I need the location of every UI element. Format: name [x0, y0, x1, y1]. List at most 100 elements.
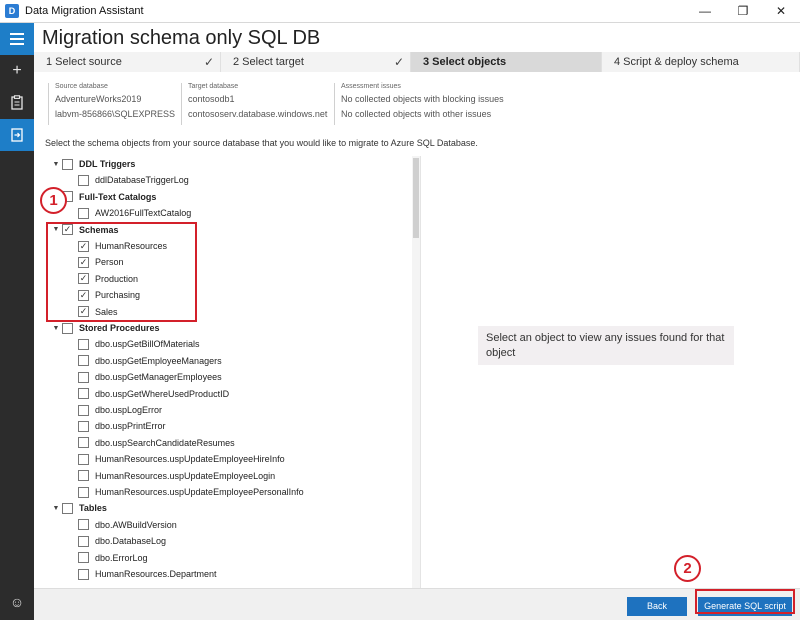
- tree-item-row[interactable]: dbo.uspGetWhereUsedProductID: [78, 386, 229, 402]
- tree-item-row[interactable]: dbo.uspSearchCandidateResumes: [78, 435, 235, 451]
- tree-group-row[interactable]: ▼ Tables: [50, 500, 107, 516]
- tree-label: dbo.uspSearchCandidateResumes: [95, 437, 235, 448]
- tree-label: dbo.uspGetManagerEmployees: [95, 372, 222, 383]
- tree-label: HumanResources.uspUpdateEmployeePersonal…: [95, 487, 304, 497]
- generate-highlight-box: [695, 589, 795, 614]
- tree-checkbox[interactable]: [78, 404, 89, 416]
- title-bar: D Data Migration Assistant — ❐ ✕: [0, 0, 800, 23]
- tree-checkbox[interactable]: [78, 338, 89, 350]
- wizard-steps: 1 Select source ✓ 2 Select target ✓ 3 Se…: [34, 52, 800, 72]
- tree-item-row[interactable]: dbo.uspGetBillOfMaterials: [78, 336, 200, 352]
- tree-checkbox[interactable]: [78, 552, 89, 564]
- callout-2: 2: [674, 555, 701, 582]
- tree-checkbox[interactable]: [78, 437, 89, 449]
- step-label: 1 Select source: [46, 56, 122, 68]
- issues-blocking: No collected objects with blocking issue…: [341, 94, 504, 104]
- tree-item-row[interactable]: HumanResources.Department: [78, 566, 217, 582]
- target-info: Target database contosodb1 contososerv.d…: [181, 83, 327, 125]
- tree-item-row[interactable]: HumanResources.uspUpdateEmployeePersonal…: [78, 484, 304, 500]
- scrollbar-thumb[interactable]: [413, 158, 419, 238]
- tree-checkbox[interactable]: [78, 355, 89, 367]
- tree-item-row[interactable]: dbo.AWBuildVersion: [78, 517, 177, 533]
- step-select-target[interactable]: 2 Select target ✓: [221, 52, 411, 72]
- left-rail: + ☺: [0, 23, 34, 620]
- feedback-smiley-icon[interactable]: ☺: [0, 590, 34, 614]
- tree-checkbox[interactable]: [62, 322, 73, 334]
- tree-item-row[interactable]: dbo.uspLogError: [78, 402, 162, 418]
- tree-item-row[interactable]: dbo.ErrorLog: [78, 550, 148, 566]
- source-info: Source database AdventureWorks2019 labvm…: [48, 83, 175, 125]
- schemas-highlight-box: [46, 222, 197, 322]
- tree-checkbox[interactable]: [78, 174, 89, 186]
- page-title: Migration schema only SQL DB: [42, 27, 321, 49]
- tree-label: dbo.uspGetWhereUsedProductID: [95, 388, 230, 399]
- window-controls: — ❐ ✕: [686, 0, 800, 23]
- tree-label: HumanResources.uspUpdateEmployeeLogin: [95, 470, 276, 481]
- add-project-icon[interactable]: +: [0, 55, 34, 87]
- target-server: contososerv.database.windows.net: [188, 109, 328, 119]
- tree-item-row[interactable]: dbo.uspGetEmployeeManagers: [78, 353, 222, 369]
- callout-1: 1: [40, 187, 67, 214]
- tree-label: Tables: [79, 503, 107, 514]
- step-script-deploy[interactable]: 4 Script & deploy schema: [602, 52, 800, 72]
- assessment-icon[interactable]: [0, 87, 34, 119]
- tree-checkbox[interactable]: [78, 470, 89, 482]
- tree-checkbox[interactable]: [78, 486, 89, 498]
- step-select-objects[interactable]: 3 Select objects: [411, 52, 602, 72]
- tree-label: ddlDatabaseTriggerLog: [95, 175, 189, 186]
- source-server: labvm-856866\SQLEXPRESS: [55, 109, 176, 119]
- tree-label: dbo.DatabaseLog: [95, 536, 167, 547]
- tree-label: dbo.AWBuildVersion: [95, 519, 177, 530]
- tree-checkbox[interactable]: [62, 158, 73, 170]
- tree-item-row[interactable]: HumanResources.uspUpdateEmployeeHireInfo: [78, 451, 285, 467]
- tree-item-row[interactable]: ddlDatabaseTriggerLog: [78, 172, 189, 188]
- instructions-text: Select the schema objects from your sour…: [45, 138, 478, 148]
- tree-group-row[interactable]: ▼ Stored Procedures: [50, 320, 160, 336]
- panel-divider: [420, 156, 421, 608]
- tree-scrollbar[interactable]: [412, 156, 420, 608]
- window-title: Data Migration Assistant: [25, 5, 144, 17]
- migration-icon[interactable]: [0, 119, 34, 151]
- tree-checkbox[interactable]: [78, 371, 89, 383]
- expand-arrow-icon[interactable]: ▼: [50, 161, 62, 168]
- tree-checkbox[interactable]: [78, 207, 89, 219]
- back-button[interactable]: Back: [627, 597, 687, 616]
- tree-checkbox[interactable]: [78, 519, 89, 531]
- tree-checkbox[interactable]: [62, 502, 73, 514]
- tree-label: HumanResources.uspUpdateEmployeeHireInfo: [95, 454, 285, 465]
- tree-item-row[interactable]: dbo.uspPrintError: [78, 418, 166, 434]
- issues-other: No collected objects with other issues: [341, 109, 492, 119]
- tree-checkbox[interactable]: [78, 388, 89, 400]
- tree-item-row[interactable]: dbo.uspGetManagerEmployees: [78, 369, 222, 385]
- tree-item-row[interactable]: AW2016FullTextCatalog: [78, 205, 191, 221]
- info-strip: Source database AdventureWorks2019 labvm…: [34, 73, 800, 129]
- tree-item-row[interactable]: HumanResources.uspUpdateEmployeeLogin: [78, 468, 275, 484]
- minimize-button[interactable]: —: [686, 0, 724, 23]
- maximize-button[interactable]: ❐: [724, 0, 762, 23]
- tree-checkbox[interactable]: [78, 420, 89, 432]
- tree-checkbox[interactable]: [78, 568, 89, 580]
- issues-label: Assessment issues: [341, 83, 401, 90]
- expand-arrow-icon[interactable]: ▼: [50, 505, 62, 512]
- tree-item-row[interactable]: dbo.DatabaseLog: [78, 533, 166, 549]
- tree-label: dbo.uspGetBillOfMaterials: [95, 339, 200, 350]
- target-db: contosodb1: [188, 94, 235, 104]
- expand-arrow-icon[interactable]: ▼: [50, 325, 62, 332]
- check-icon: ✓: [203, 55, 214, 69]
- detail-message: Select an object to view any issues foun…: [478, 326, 734, 365]
- tree-label: dbo.uspPrintError: [95, 421, 166, 432]
- source-label: Source database: [55, 83, 108, 90]
- check-icon: ✓: [393, 55, 404, 69]
- tree-checkbox[interactable]: [78, 535, 89, 547]
- step-select-source[interactable]: 1 Select source ✓: [34, 52, 221, 72]
- tree-group-row[interactable]: ▼ DDL Triggers: [50, 156, 135, 172]
- hamburger-menu-icon[interactable]: [0, 23, 34, 55]
- tree-checkbox[interactable]: [78, 453, 89, 465]
- step-label: 2 Select target: [233, 56, 304, 68]
- main-content: Migration schema only SQL DB 1 Select so…: [34, 23, 800, 620]
- tree-label: dbo.ErrorLog: [95, 552, 148, 563]
- close-button[interactable]: ✕: [762, 0, 800, 23]
- target-label: Target database: [188, 83, 239, 90]
- source-db: AdventureWorks2019: [55, 94, 142, 104]
- tree-label: DDL Triggers: [79, 159, 136, 169]
